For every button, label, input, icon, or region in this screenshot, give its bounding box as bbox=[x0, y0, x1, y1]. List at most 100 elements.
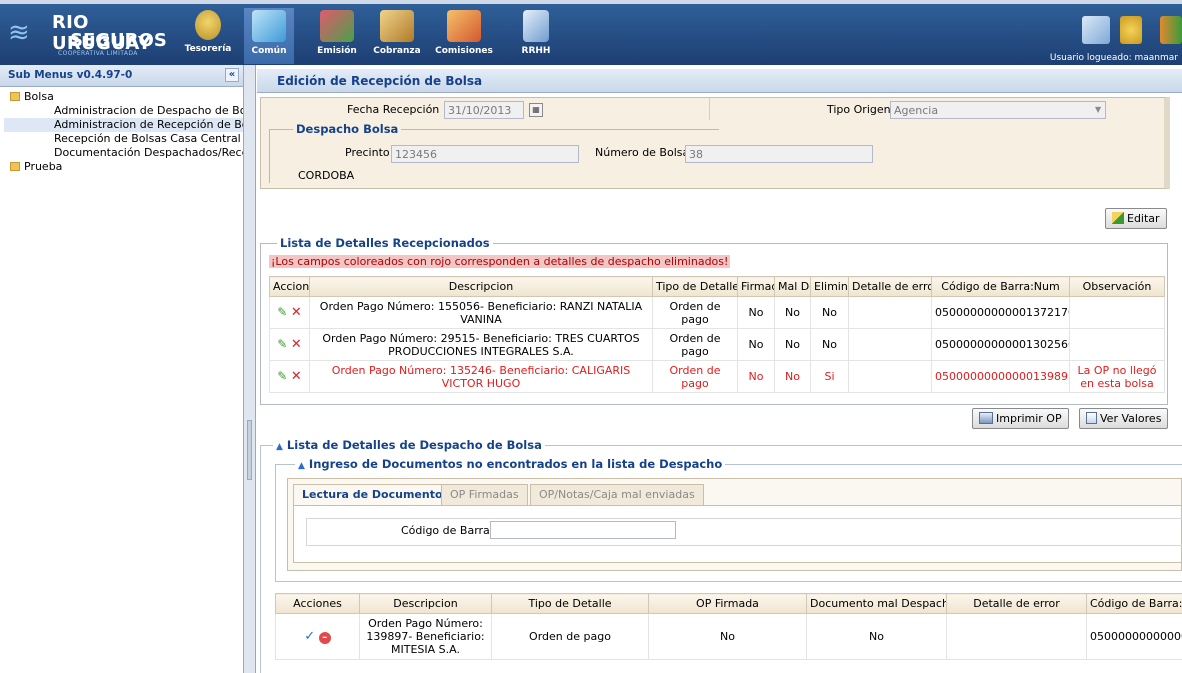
col-op-firmada[interactable]: OP Firmada bbox=[648, 593, 807, 614]
module-comisiones[interactable]: Comisiones bbox=[429, 8, 499, 64]
col-descripcion[interactable]: Descripcion bbox=[359, 593, 492, 614]
edit-button-label: Editar bbox=[1127, 212, 1160, 225]
ingreso-section-bottom bbox=[275, 581, 1182, 582]
module-comun[interactable]: Común bbox=[244, 8, 294, 64]
cell-mal: No bbox=[774, 360, 811, 393]
cell-mal: No bbox=[774, 296, 811, 329]
delete-x-icon[interactable]: ✕ bbox=[291, 369, 302, 384]
table-row[interactable]: ✎ ✕ Orden Pago Número: 155056- Beneficia… bbox=[269, 296, 1165, 329]
collapse-triangle-icon: ▲ bbox=[298, 461, 305, 471]
cell-eliminado: No bbox=[810, 328, 849, 361]
main-content: Edición de Recepción de Bolsa Fecha Rece… bbox=[257, 65, 1182, 673]
tipo-origen-label: Tipo Origen bbox=[827, 103, 891, 116]
cell-descripcion: Orden Pago Número: 135246- Beneficiario:… bbox=[309, 360, 653, 393]
key-icon[interactable] bbox=[1120, 16, 1142, 44]
col-observacion[interactable]: Observación bbox=[1069, 276, 1165, 297]
col-eliminado[interactable]: Eliminado bbox=[810, 276, 849, 297]
col-codigo-barra[interactable]: Código de Barra:Num bbox=[931, 276, 1070, 297]
submenu-header: Sub Menus v0.4.97-0 « bbox=[0, 65, 243, 87]
numero-bolsa-input[interactable] bbox=[685, 145, 873, 163]
col-documento-mal[interactable]: Documento mal Despachado bbox=[806, 593, 947, 614]
module-rrhh[interactable]: RRHH bbox=[514, 8, 558, 64]
tree-folder-bolsa[interactable]: Bolsa bbox=[4, 90, 243, 104]
reception-form: Fecha Recepción ▦ Tipo Origen ▼ Despacho… bbox=[260, 97, 1170, 189]
tab-op-mal-enviadas[interactable]: OP/Notas/Caja mal enviadas bbox=[530, 484, 704, 505]
module-tesoreria[interactable]: Tesorería bbox=[178, 8, 238, 64]
delete-x-icon[interactable]: ✕ bbox=[291, 305, 302, 320]
waves-logo-icon: ≋ bbox=[8, 18, 30, 48]
fecha-recepcion-input[interactable] bbox=[444, 101, 524, 119]
module-emision[interactable]: Emisión bbox=[312, 8, 362, 64]
app-header: ≋ RIO URUGUAY SEGUROS COOPERATIVA LIMITA… bbox=[0, 0, 1182, 65]
col-mal-despachado[interactable]: Mal Despachado bbox=[774, 276, 811, 297]
cell-tipo: Orden de pago bbox=[652, 360, 738, 393]
commissions-icon bbox=[447, 10, 481, 42]
delete-x-icon[interactable]: ✕ bbox=[291, 337, 302, 352]
common-icon bbox=[252, 10, 286, 42]
despacho-section-border bbox=[260, 445, 261, 673]
tree-folder-prueba[interactable]: Prueba bbox=[4, 160, 243, 174]
row-actions: ✎ ✕ bbox=[269, 328, 310, 361]
tree-item-despacho[interactable]: Administracion de Despacho de Bolsa bbox=[4, 104, 243, 118]
remove-circle-icon[interactable]: – bbox=[318, 632, 331, 644]
tree-item-casa-central[interactable]: Recepción de Bolsas Casa Central bbox=[4, 132, 243, 146]
precinto-input[interactable] bbox=[391, 145, 579, 163]
tab-lectura-documentos[interactable]: Lectura de Documentos bbox=[293, 484, 459, 505]
tab-op-firmadas[interactable]: OP Firmadas bbox=[441, 484, 528, 505]
values-button-label: Ver Valores bbox=[1100, 412, 1162, 425]
submenu-title: Sub Menus v0.4.97-0 bbox=[8, 69, 133, 81]
cell-codigo: 05000000000001302566 bbox=[931, 328, 1070, 361]
cell-descripcion: Orden Pago Número: 29515- Beneficiario: … bbox=[309, 328, 653, 361]
cell-codigo: 05000000000000139897 bbox=[931, 360, 1070, 393]
col-tipo[interactable]: Tipo de Detalle bbox=[491, 593, 649, 614]
module-label: Comisiones bbox=[435, 46, 493, 56]
module-cobranza[interactable]: Cobranza bbox=[368, 8, 426, 64]
print-button-label: Imprimir OP bbox=[996, 412, 1062, 425]
precinto-label: Precinto bbox=[345, 146, 390, 159]
collapse-panel-button[interactable]: « bbox=[225, 68, 239, 82]
codigo-barra-input[interactable] bbox=[490, 521, 676, 539]
edit-pencil-icon[interactable]: ✎ bbox=[277, 305, 287, 319]
col-descripcion[interactable]: Descripcion bbox=[309, 276, 653, 297]
print-op-button[interactable]: Imprimir OP bbox=[972, 408, 1069, 429]
ingreso-title[interactable]: ▲ Ingreso de Documentos no encontrados en… bbox=[295, 457, 726, 471]
cell-tipo: Orden de pago bbox=[652, 296, 738, 329]
tipo-origen-select[interactable] bbox=[890, 101, 1106, 119]
despacho-list-title[interactable]: ▲ Lista de Detalles de Despacho de Bolsa bbox=[273, 438, 545, 452]
splitter-grip[interactable] bbox=[247, 420, 252, 480]
table-row[interactable]: ✎ ✕ Orden Pago Número: 29515- Beneficiar… bbox=[269, 328, 1165, 361]
despacho-table: Acciones Descripcion Tipo de Detalle OP … bbox=[275, 593, 1182, 660]
col-tipo[interactable]: Tipo de Detalle bbox=[652, 276, 738, 297]
cell-observacion: La OP no llegó en esta bolsa bbox=[1069, 360, 1165, 393]
col-codigo-barra[interactable]: Código de Barra:Num bbox=[1086, 593, 1182, 614]
col-accion[interactable]: Accion bbox=[269, 276, 310, 297]
printer-icon bbox=[979, 412, 993, 424]
collapse-triangle-icon: ▲ bbox=[276, 442, 283, 452]
table-row[interactable]: ✓ – Orden Pago Número: 139897- Beneficia… bbox=[275, 613, 1182, 660]
tree-item-documentacion[interactable]: Documentación Despachados/Recepcionados bbox=[4, 146, 243, 160]
document-icon bbox=[1086, 412, 1097, 424]
logout-icon[interactable] bbox=[1160, 16, 1182, 44]
col-detalle-error[interactable]: Detalle de error bbox=[946, 593, 1087, 614]
folder-icon bbox=[10, 162, 20, 171]
calendar-icon[interactable]: ▦ bbox=[529, 103, 543, 117]
edit-pencil-icon[interactable]: ✎ bbox=[277, 369, 287, 383]
col-detalle-error[interactable]: Detalle de error bbox=[848, 276, 932, 297]
warning-message: ¡Los campos coloreados con rojo correspo… bbox=[269, 255, 731, 268]
check-icon[interactable]: ✓ bbox=[304, 629, 315, 644]
col-firmada[interactable]: Firmada bbox=[737, 276, 775, 297]
col-acciones[interactable]: Acciones bbox=[275, 593, 360, 614]
mail-icon[interactable] bbox=[1082, 16, 1110, 44]
tree-item-recepcion[interactable]: Administracion de Recepción de Bolsa bbox=[4, 118, 243, 132]
despacho-bolsa-title: Despacho Bolsa bbox=[293, 122, 402, 136]
table-row[interactable]: ✎ ✕ Orden Pago Número: 135246- Beneficia… bbox=[269, 360, 1165, 393]
panel-splitter[interactable] bbox=[244, 65, 256, 673]
form-divider bbox=[709, 98, 710, 120]
cell-mal: No bbox=[774, 328, 811, 361]
cell-op-firmada: No bbox=[648, 613, 807, 660]
edit-button[interactable]: Editar bbox=[1105, 208, 1167, 229]
ver-valores-button[interactable]: Ver Valores bbox=[1079, 408, 1169, 429]
chevron-down-icon[interactable]: ▼ bbox=[1095, 105, 1101, 114]
edit-pencil-icon[interactable]: ✎ bbox=[277, 337, 287, 351]
module-label: Emisión bbox=[317, 46, 357, 56]
